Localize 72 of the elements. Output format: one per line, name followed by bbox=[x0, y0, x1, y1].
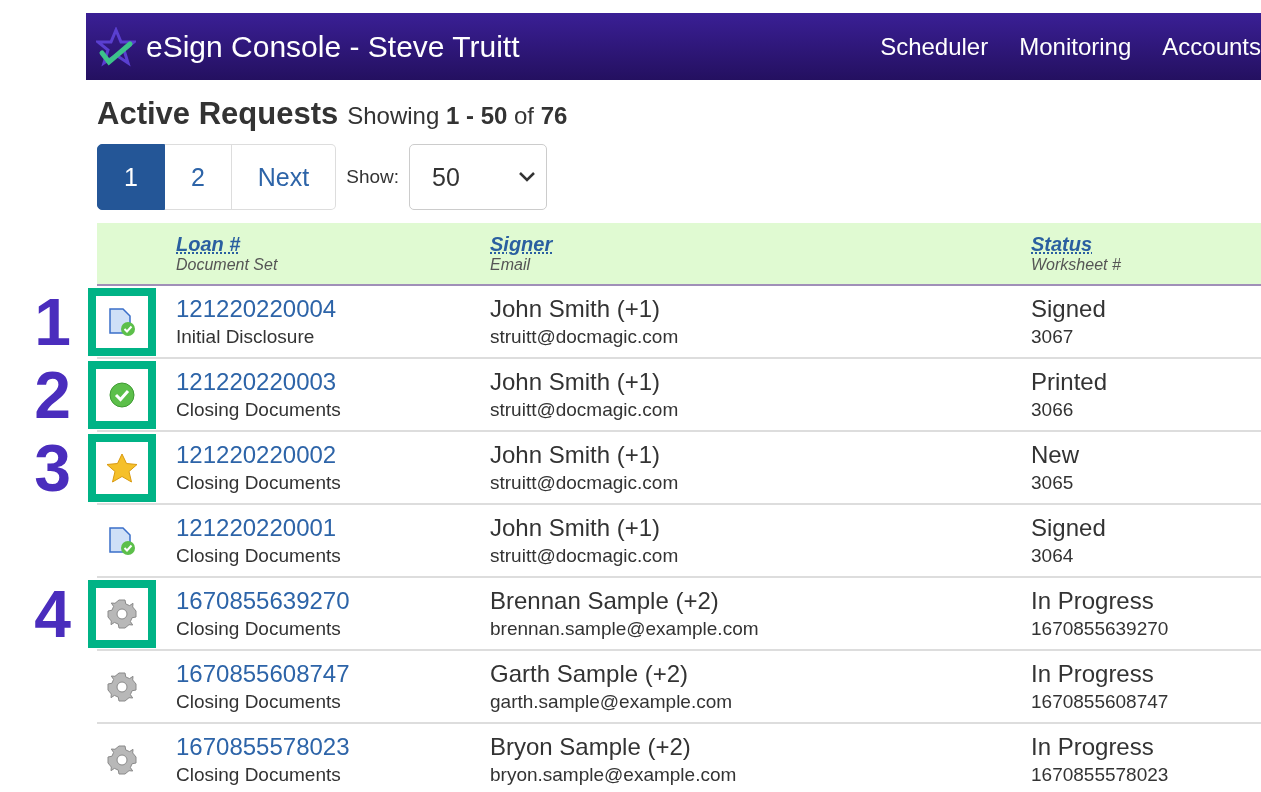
signer-name: John Smith (+1) bbox=[490, 514, 661, 542]
document-check-icon bbox=[108, 306, 136, 337]
signer-name: John Smith (+1) bbox=[490, 368, 661, 396]
signer-name: Brennan Sample (+2) bbox=[490, 587, 719, 615]
status-text: In Progress bbox=[1031, 733, 1154, 761]
worksheet-number: 1670855608747 bbox=[1031, 691, 1169, 713]
signer-name: John Smith (+1) bbox=[490, 295, 661, 323]
worksheet-number: 3065 bbox=[1031, 472, 1074, 494]
document-set: Closing Documents bbox=[176, 472, 341, 494]
signer-email: garth.sample@example.com bbox=[490, 691, 733, 713]
status-text: Printed bbox=[1031, 368, 1108, 396]
sort-link[interactable]: Signer bbox=[490, 233, 553, 256]
column-subtitle: Worksheet # bbox=[1031, 256, 1121, 274]
status-text: Signed bbox=[1031, 295, 1106, 323]
loan-number-link[interactable]: 1670855608747 bbox=[176, 660, 350, 688]
page-size-select[interactable]: 50 bbox=[409, 144, 548, 210]
document-set: Closing Documents bbox=[176, 399, 341, 421]
page-button[interactable]: 2 bbox=[164, 144, 232, 210]
document-check-icon bbox=[108, 525, 136, 556]
console-title: eSign Console - Steve Truitt bbox=[146, 29, 520, 64]
nav-link[interactable]: Monitoring bbox=[1019, 32, 1132, 61]
signer-email: struitt@docmagic.com bbox=[490, 326, 679, 348]
document-set: Initial Disclosure bbox=[176, 326, 315, 348]
gear-icon bbox=[106, 743, 138, 776]
worksheet-number: 3066 bbox=[1031, 399, 1074, 421]
star-icon bbox=[106, 452, 138, 483]
document-set: Closing Documents bbox=[176, 764, 341, 786]
callout-number: 3 bbox=[34, 432, 71, 505]
status-text: In Progress bbox=[1031, 587, 1154, 615]
signer-email: brennan.sample@example.com bbox=[490, 618, 759, 640]
signer-name: Bryon Sample (+2) bbox=[490, 733, 691, 761]
gear-icon bbox=[106, 597, 138, 630]
worksheet-number: 3064 bbox=[1031, 545, 1074, 567]
loan-number-link[interactable]: 121220220003 bbox=[176, 368, 337, 396]
signer-name: Garth Sample (+2) bbox=[490, 660, 689, 688]
status-text: Signed bbox=[1031, 514, 1106, 542]
loan-number-link[interactable]: 1670855578023 bbox=[176, 733, 350, 761]
document-set: Closing Documents bbox=[176, 691, 341, 713]
nav-link[interactable]: Scheduler bbox=[880, 32, 989, 61]
status-text: New bbox=[1031, 441, 1079, 469]
status-text: In Progress bbox=[1031, 660, 1154, 688]
document-set: Closing Documents bbox=[176, 545, 341, 567]
check-circle-icon bbox=[108, 380, 136, 409]
worksheet-number: 1670855639270 bbox=[1031, 618, 1169, 640]
signer-email: struitt@docmagic.com bbox=[490, 545, 679, 567]
document-set: Closing Documents bbox=[176, 618, 341, 640]
loan-number-link[interactable]: 1670855639270 bbox=[176, 587, 350, 615]
worksheet-number: 1670855578023 bbox=[1031, 764, 1169, 786]
signer-email: bryon.sample@example.com bbox=[490, 764, 737, 786]
column-subtitle: Document Set bbox=[176, 256, 278, 274]
signer-email: struitt@docmagic.com bbox=[490, 472, 679, 494]
column-subtitle: Email bbox=[490, 256, 530, 274]
loan-number-link[interactable]: 121220220002 bbox=[176, 441, 337, 469]
nav-link[interactable]: Accounts bbox=[1162, 32, 1261, 61]
callout-number: 4 bbox=[34, 578, 71, 651]
show-label: Show: bbox=[346, 166, 400, 188]
page-heading: Active Requests bbox=[97, 96, 339, 132]
callout-number: 1 bbox=[34, 286, 71, 359]
worksheet-number: 3067 bbox=[1031, 326, 1074, 348]
loan-number-link[interactable]: 121220220001 bbox=[176, 514, 337, 542]
page-button[interactable]: 1 bbox=[97, 144, 165, 210]
callout-number: 2 bbox=[34, 359, 71, 432]
sort-link[interactable]: Status bbox=[1031, 233, 1093, 256]
star-check-logo-icon bbox=[96, 26, 136, 67]
results-summary: Showing 1 - 50 of 76 bbox=[347, 102, 568, 130]
signer-email: struitt@docmagic.com bbox=[490, 399, 679, 421]
signer-name: John Smith (+1) bbox=[490, 441, 661, 469]
loan-number-link[interactable]: 121220220004 bbox=[176, 295, 337, 323]
chevron-down-icon bbox=[518, 171, 537, 183]
next-button[interactable]: Next bbox=[231, 144, 337, 210]
gear-icon bbox=[106, 670, 138, 703]
sort-link[interactable]: Loan # bbox=[176, 233, 241, 256]
